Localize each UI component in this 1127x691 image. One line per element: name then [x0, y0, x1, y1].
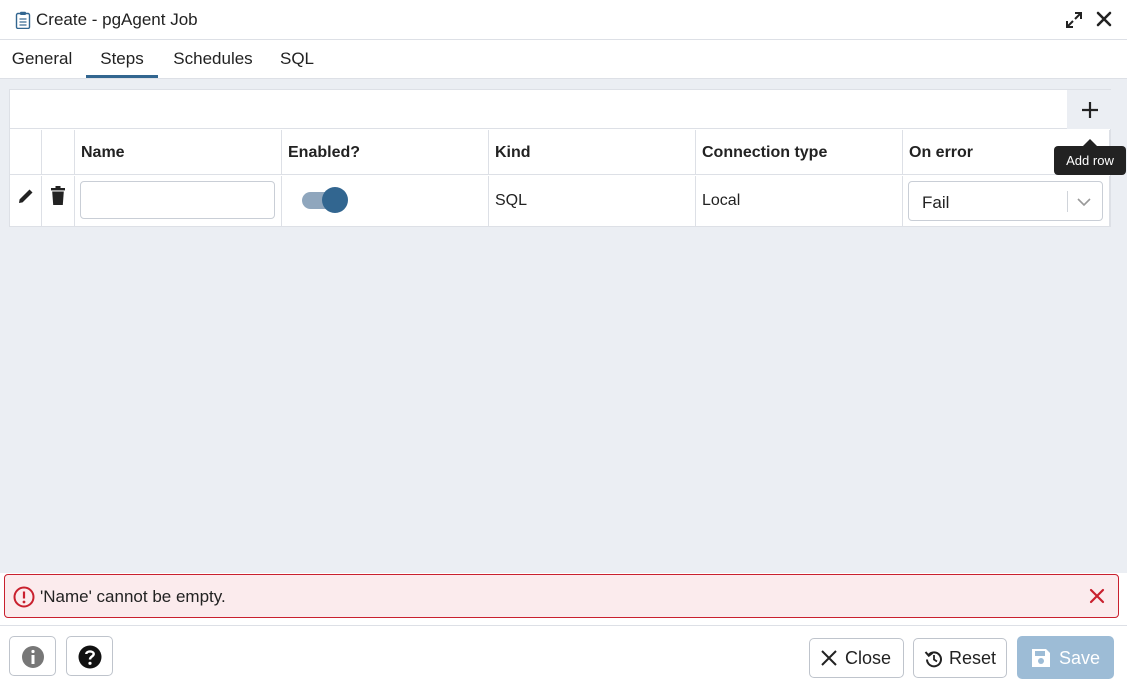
close-dialog-icon[interactable]	[1095, 10, 1113, 28]
on-error-value: Fail	[922, 193, 950, 212]
chevron-down-icon	[1077, 198, 1091, 207]
help-button[interactable]	[66, 636, 113, 676]
name-cell	[75, 176, 282, 227]
tab-general[interactable]: General	[6, 40, 78, 78]
header-enabled: Enabled?	[282, 130, 489, 175]
close-error-icon[interactable]	[1088, 587, 1106, 605]
add-row-tooltip: Add row	[1054, 139, 1126, 175]
reset-button-label: Reset	[949, 648, 997, 668]
step-name-input[interactable]	[80, 181, 275, 219]
grid-toolbar	[10, 90, 1112, 129]
dialog-titlebar: Create - pgAgent Job	[0, 0, 1127, 40]
header-edit-column	[10, 130, 42, 175]
error-message: 'Name' cannot be empty.	[40, 587, 226, 606]
on-error-select[interactable]: Fail	[908, 181, 1103, 221]
header-connection-type: Connection type	[696, 130, 903, 175]
tab-schedules[interactable]: Schedules	[166, 40, 260, 78]
steps-panel: Name Enabled? Kind Connection type On er…	[0, 79, 1127, 573]
pencil-icon[interactable]	[16, 186, 36, 206]
toggle-knob	[322, 187, 348, 213]
header-name: Name	[75, 130, 282, 175]
close-button[interactable]: Close	[809, 638, 904, 678]
dialog-footer: Close Reset Save	[0, 625, 1127, 691]
kind-cell: SQL	[489, 176, 696, 227]
select-separator	[1067, 191, 1068, 212]
reset-icon	[924, 651, 942, 668]
tab-steps[interactable]: Steps	[86, 40, 158, 78]
help-icon	[78, 645, 102, 669]
maximize-icon[interactable]	[1064, 10, 1084, 30]
save-button-label: Save	[1059, 648, 1101, 668]
save-button[interactable]: Save	[1017, 636, 1114, 679]
reset-button[interactable]: Reset	[913, 638, 1007, 678]
save-icon	[1032, 649, 1050, 667]
connection-type-cell: Local	[696, 176, 903, 227]
dialog-title: Create - pgAgent Job	[36, 10, 198, 29]
tab-sql[interactable]: SQL	[276, 40, 318, 78]
info-icon	[22, 646, 44, 668]
close-icon	[821, 650, 837, 666]
table-row-edit-cell	[10, 176, 42, 227]
error-circle-icon	[13, 586, 35, 608]
header-kind: Kind	[489, 130, 696, 175]
tab-bar: General Steps Schedules SQL	[0, 40, 1127, 79]
header-delete-column	[42, 130, 75, 175]
add-row-button[interactable]	[1067, 90, 1112, 129]
clipboard-icon	[15, 11, 31, 29]
table-row-delete-cell	[42, 176, 75, 227]
steps-grid: Name Enabled? Kind Connection type On er…	[9, 89, 1112, 227]
error-message-bar: 'Name' cannot be empty.	[4, 574, 1119, 618]
close-button-label: Close	[845, 648, 892, 668]
trash-icon[interactable]	[50, 186, 66, 206]
enabled-toggle[interactable]	[302, 187, 348, 213]
plus-icon	[1082, 102, 1098, 118]
enabled-cell	[282, 176, 489, 227]
on-error-cell: Fail	[903, 176, 1110, 227]
info-button[interactable]	[9, 636, 56, 676]
